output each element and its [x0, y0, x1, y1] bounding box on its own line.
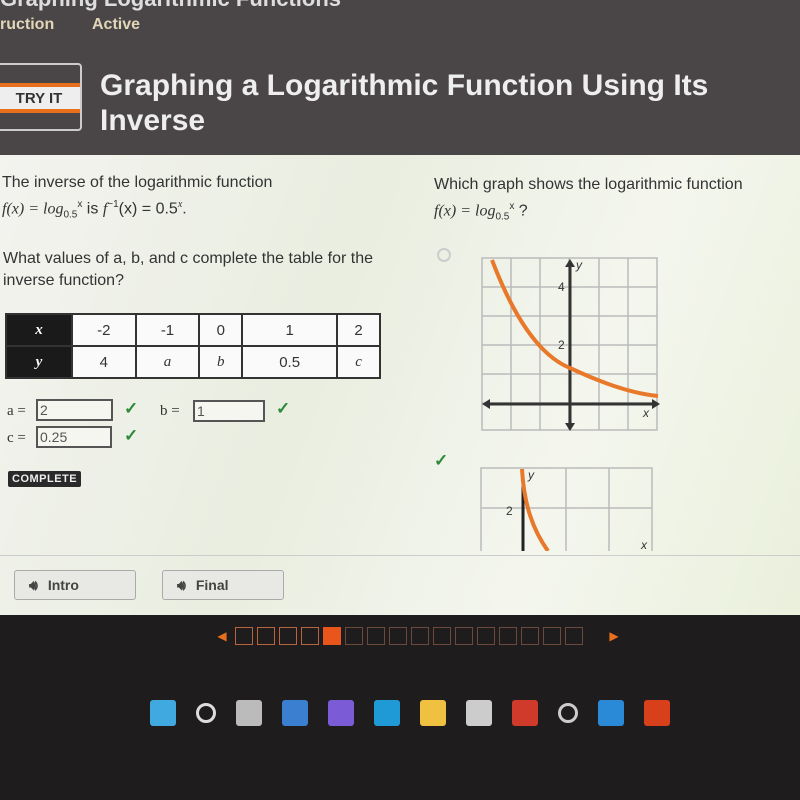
settings-icon[interactable]: [558, 703, 578, 723]
y-axis-label: y: [527, 468, 535, 482]
check-icon: ✓: [276, 399, 291, 418]
page-1-button[interactable]: [235, 627, 253, 645]
page-13-button[interactable]: [499, 627, 517, 645]
a-label: a =: [7, 403, 26, 419]
y-tick-label: 4: [558, 280, 565, 294]
page-5-button[interactable]: [323, 627, 341, 645]
content-area: The inverse of the logarithmic function …: [0, 155, 800, 615]
divider: [0, 555, 800, 556]
a-input[interactable]: 2: [36, 399, 113, 421]
intro-audio-button[interactable]: 🔊︎ Intro: [14, 570, 136, 600]
page-title: Graphing a Logarithmic Function Using It…: [100, 69, 709, 137]
office-icon[interactable]: [644, 700, 670, 726]
table-row: x -2 -1 0 1 2: [5, 313, 381, 347]
check-icon: ✓: [124, 426, 139, 445]
page-15-button[interactable]: [543, 627, 561, 645]
tab-active[interactable]: Active: [92, 16, 140, 34]
page-14-button[interactable]: [521, 627, 539, 645]
page-navigator: ◀ ▶: [205, 622, 635, 650]
b-input[interactable]: 1: [193, 400, 265, 422]
edge-icon[interactable]: [374, 700, 400, 726]
teams-chat-icon[interactable]: [328, 700, 354, 726]
table-question: What values of a, b, and c complete the …: [3, 250, 373, 289]
values-table: x -2 -1 0 1 2 y 4 a b 0.5 c: [5, 313, 381, 379]
curve: [490, 259, 659, 398]
status-badge: COMPLETE: [8, 471, 82, 487]
c-label: c =: [7, 430, 26, 446]
speaker-icon: 🔊︎: [177, 576, 186, 593]
windows-start-icon[interactable]: [150, 700, 176, 726]
taskbar: [150, 700, 670, 726]
task-view-icon[interactable]: [236, 700, 262, 726]
final-audio-button[interactable]: 🔊︎ Final: [162, 570, 284, 600]
page-16-button[interactable]: [565, 627, 583, 645]
page-7-button[interactable]: [367, 627, 385, 645]
next-page-button[interactable]: ▶: [605, 629, 623, 643]
header: Graphing Logarithmic Functions ruction A…: [0, 0, 800, 155]
tab-instruction[interactable]: ruction: [0, 16, 54, 34]
curve: [520, 468, 550, 551]
page-6-button[interactable]: [345, 627, 363, 645]
try-it-badge: TRY IT: [0, 63, 82, 131]
page-2-button[interactable]: [257, 627, 275, 645]
page-11-button[interactable]: [455, 627, 473, 645]
y-axis-label: y: [575, 258, 583, 272]
mcafee-icon[interactable]: [512, 700, 538, 726]
graph-option-1[interactable]: 4 2 y x: [478, 255, 663, 437]
correct-check-icon: ✓: [434, 451, 449, 470]
page-3-button[interactable]: [279, 627, 297, 645]
check-icon: ✓: [124, 399, 139, 418]
speaker-icon: 🔊︎: [29, 576, 38, 593]
b-label: b =: [160, 403, 180, 419]
page-9-button[interactable]: [411, 627, 429, 645]
graph-option-2[interactable]: 2 y x: [478, 465, 656, 551]
mail-icon[interactable]: [598, 700, 624, 726]
prev-page-button[interactable]: ◀: [213, 629, 231, 643]
page-8-button[interactable]: [389, 627, 407, 645]
x-axis-label: x: [642, 406, 650, 420]
graph-question: Which graph shows the logarithmic functi…: [434, 176, 743, 223]
course-title: Graphing Logarithmic Functions: [0, 0, 341, 12]
intro-text: The inverse of the logarithmic function …: [2, 174, 273, 221]
x-axis-label: x: [640, 538, 648, 551]
table-row: y 4 a b 0.5 c: [5, 345, 381, 379]
page-10-button[interactable]: [433, 627, 451, 645]
y-tick-label: 2: [558, 338, 565, 352]
search-icon[interactable]: [196, 703, 216, 723]
page-12-button[interactable]: [477, 627, 495, 645]
page-4-button[interactable]: [301, 627, 319, 645]
c-input[interactable]: 0.25: [36, 426, 112, 448]
file-explorer-icon[interactable]: [420, 700, 446, 726]
store-icon[interactable]: [466, 700, 492, 726]
widgets-icon[interactable]: [282, 700, 308, 726]
y-tick-label: 2: [506, 504, 513, 518]
graph1-radio[interactable]: [437, 248, 451, 262]
